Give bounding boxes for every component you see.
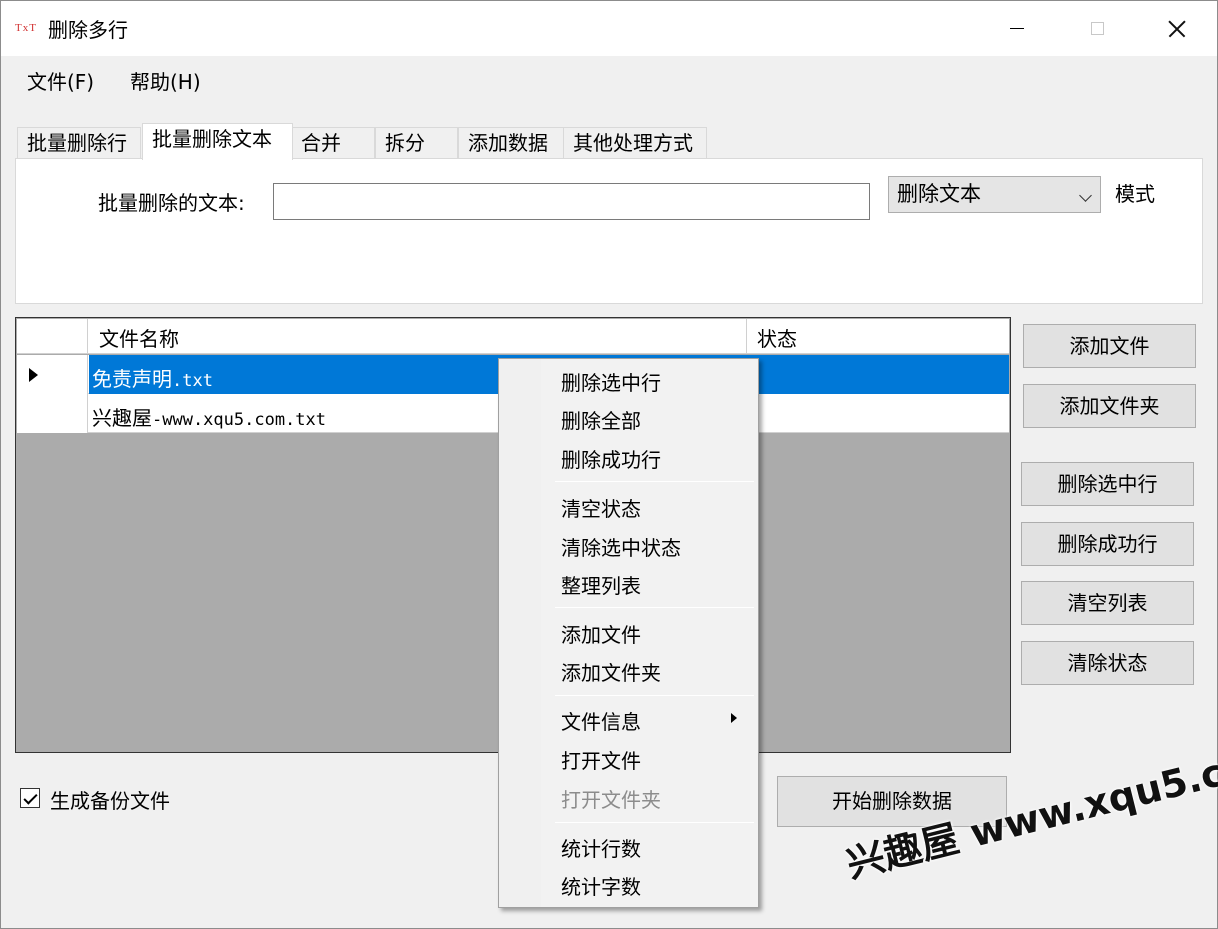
- ctx-separator: [555, 481, 754, 482]
- ctx-separator: [555, 822, 754, 823]
- window-title: 删除多行: [48, 18, 128, 42]
- current-row-pointer-icon: [29, 368, 38, 382]
- row-header[interactable]: [17, 355, 88, 394]
- clear-list-button[interactable]: 清空列表: [1021, 581, 1194, 625]
- ctx-open-folder: 打开文件夹: [561, 788, 661, 812]
- ctx-clear-selected-status[interactable]: 清除选中状态: [561, 532, 681, 561]
- menu-file[interactable]: 文件(F): [27, 66, 94, 95]
- ctx-delete-selected[interactable]: 删除选中行: [561, 367, 661, 396]
- minimize-icon: [1010, 28, 1024, 29]
- ctx-count-lines[interactable]: 统计行数: [561, 833, 641, 862]
- grid-header: 文件名称 状态: [17, 319, 1009, 354]
- menu-bar: 文件(F) 帮助(H): [1, 56, 1217, 101]
- grid-corner: [17, 319, 88, 354]
- tab-batch-delete-text[interactable]: 批量删除文本: [142, 123, 293, 160]
- mode-select[interactable]: 删除文本: [888, 176, 1101, 213]
- cell-filename[interactable]: 兴趣屋-www.xqu5.com.txt: [92, 402, 326, 431]
- mode-select-value: 删除文本: [897, 182, 981, 206]
- text-field-label: 批量删除的文本:: [98, 191, 245, 215]
- ctx-separator: [555, 607, 754, 608]
- ctx-delete-success[interactable]: 删除成功行: [561, 444, 661, 473]
- app-txt-icon: TxT: [15, 22, 37, 34]
- close-button[interactable]: [1143, 1, 1211, 56]
- chevron-down-icon: [1079, 189, 1092, 202]
- delete-success-button[interactable]: 删除成功行: [1021, 522, 1194, 566]
- column-divider: [746, 319, 747, 354]
- tab-add-data[interactable]: 添加数据: [458, 127, 564, 159]
- tab-batch-delete-lines[interactable]: 批量删除行: [17, 127, 141, 159]
- tab-split[interactable]: 拆分: [375, 127, 458, 159]
- minimize-button[interactable]: [983, 1, 1051, 56]
- menu-help[interactable]: 帮助(H): [130, 66, 201, 95]
- maximize-icon: [1090, 22, 1104, 35]
- backup-checkbox[interactable]: [20, 788, 40, 808]
- ctx-tidy-list[interactable]: 整理列表: [561, 570, 641, 599]
- backup-checkbox-label[interactable]: 生成备份文件: [50, 785, 170, 814]
- add-folder-button[interactable]: 添加文件夹: [1023, 384, 1196, 428]
- mode-label: 模式: [1115, 182, 1155, 206]
- title-bar: TxT 删除多行: [1, 1, 1217, 56]
- ctx-add-folder[interactable]: 添加文件夹: [561, 657, 661, 686]
- tab-other-methods[interactable]: 其他处理方式: [563, 127, 707, 159]
- column-header-status[interactable]: 状态: [757, 323, 797, 352]
- column-header-filename[interactable]: 文件名称: [99, 323, 179, 352]
- ctx-separator: [555, 695, 754, 696]
- delete-text-input[interactable]: [273, 183, 870, 220]
- submenu-arrow-icon: [731, 713, 737, 723]
- ctx-delete-all[interactable]: 删除全部: [561, 405, 641, 434]
- ctx-file-info[interactable]: 文件信息: [561, 706, 641, 735]
- ctx-add-file[interactable]: 添加文件: [561, 619, 641, 648]
- context-menu-gutter: [499, 359, 541, 907]
- maximize-button[interactable]: [1063, 1, 1131, 56]
- ctx-count-chars[interactable]: 统计字数: [561, 871, 641, 900]
- clear-status-button[interactable]: 清除状态: [1021, 641, 1194, 685]
- add-file-button[interactable]: 添加文件: [1023, 324, 1196, 368]
- close-icon: [1169, 21, 1185, 37]
- tab-merge[interactable]: 合并: [291, 127, 375, 159]
- delete-selected-button[interactable]: 删除选中行: [1021, 462, 1194, 506]
- cell-filename[interactable]: 免责声明.txt: [92, 363, 213, 392]
- ctx-clear-status[interactable]: 清空状态: [561, 493, 641, 522]
- ctx-open-file[interactable]: 打开文件: [561, 745, 641, 774]
- row-header[interactable]: [17, 394, 88, 433]
